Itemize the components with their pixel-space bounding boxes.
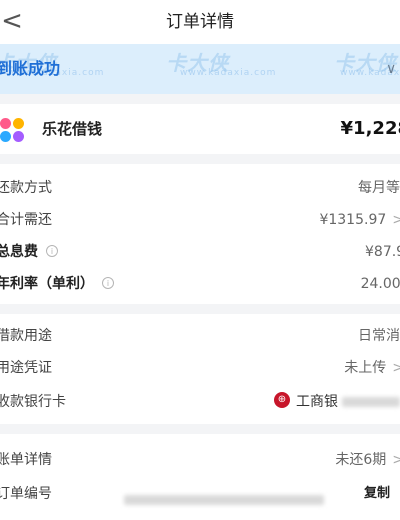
- order-number-label: 订单编号: [0, 486, 52, 502]
- bill-details-status: 未还6期: [335, 452, 387, 468]
- info-icon[interactable]: i: [102, 277, 114, 289]
- total-due-value: ¥1315.97 >: [319, 204, 400, 236]
- annual-rate-row: 年利率（单利） i 24.00%: [0, 268, 400, 300]
- bill-info-card: 账单详情 未还6期 > 订单编号 复制: [0, 434, 400, 520]
- bank-card-value: ⊕ 工商银: [274, 386, 400, 418]
- watermark-url: www.kadaxia.com: [180, 68, 277, 78]
- repayment-method-label: 还款方式: [0, 180, 52, 196]
- bill-details-row[interactable]: 账单详情 未还6期 >: [0, 444, 400, 476]
- page-title: 订单详情: [166, 12, 234, 32]
- copy-button[interactable]: 复制: [364, 478, 390, 510]
- bill-details-label: 账单详情: [0, 452, 52, 468]
- chevron-down-icon[interactable]: ∨: [386, 60, 400, 78]
- loan-purpose-value: 日常消费: [358, 328, 400, 344]
- bank-name: 工商银: [296, 394, 338, 410]
- annual-rate-label: 年利率（单利） i: [0, 268, 114, 300]
- purpose-proof-status: 未上传: [344, 360, 387, 376]
- total-due-amount: ¥1315.97: [319, 212, 387, 228]
- loan-info-card: 借款用途 日常消费 用途凭证 未上传 > 收款银行卡 ⊕ 工商银: [0, 314, 400, 424]
- total-due-row[interactable]: 合计需还 ¥1315.97 >: [0, 204, 400, 236]
- info-icon[interactable]: i: [46, 245, 58, 257]
- product-card: 乐花借钱 ¥1,228: [0, 104, 400, 154]
- loan-purpose-label: 借款用途: [0, 328, 52, 344]
- annual-rate-label-text: 年利率（单利）: [0, 276, 94, 292]
- product-logo-icon: [0, 118, 30, 142]
- icbc-bank-icon: ⊕: [274, 392, 290, 408]
- total-due-label: 合计需还: [0, 212, 52, 228]
- total-interest-row: 总息费 i ¥87.97: [0, 236, 400, 268]
- chevron-right-icon: >: [392, 360, 400, 376]
- status-text: 到账成功: [0, 59, 61, 78]
- repayment-method-row: 还款方式 每月等额: [0, 172, 400, 204]
- total-interest-label: 总息费 i: [0, 236, 58, 268]
- loan-amount: ¥1,228: [340, 118, 400, 139]
- bank-card-label: 收款银行卡: [0, 394, 66, 410]
- redacted-order-number: [124, 489, 324, 508]
- total-interest-label-text: 总息费: [0, 244, 38, 260]
- total-interest-value: ¥87.97: [365, 244, 400, 260]
- bill-details-value: 未还6期 >: [335, 444, 400, 476]
- purpose-proof-label: 用途凭证: [0, 360, 52, 376]
- loan-purpose-row: 借款用途 日常消费: [0, 320, 400, 352]
- status-banner[interactable]: 卡大侠 卡大侠 卡大侠 www.kadaxia.com www.kadaxia.…: [0, 44, 400, 94]
- annual-rate-value: 24.00%: [360, 276, 400, 292]
- redacted-card-number: [342, 397, 400, 407]
- chevron-right-icon: >: [392, 452, 400, 468]
- product-name: 乐花借钱: [42, 120, 103, 138]
- navigation-bar: < 订单详情: [0, 0, 400, 44]
- purpose-proof-value: 未上传 >: [344, 352, 400, 384]
- repayment-method-value: 每月等额: [358, 180, 400, 196]
- redacted-order-number-block: [124, 494, 324, 505]
- purpose-proof-row[interactable]: 用途凭证 未上传 >: [0, 352, 400, 384]
- chevron-right-icon: >: [392, 212, 400, 228]
- bank-card-row[interactable]: 收款银行卡 ⊕ 工商银: [0, 386, 400, 418]
- repayment-details-card: 还款方式 每月等额 合计需还 ¥1315.97 > 总息费 i ¥87.97 年利率…: [0, 164, 400, 304]
- order-number-row: 订单编号 复制: [0, 478, 400, 510]
